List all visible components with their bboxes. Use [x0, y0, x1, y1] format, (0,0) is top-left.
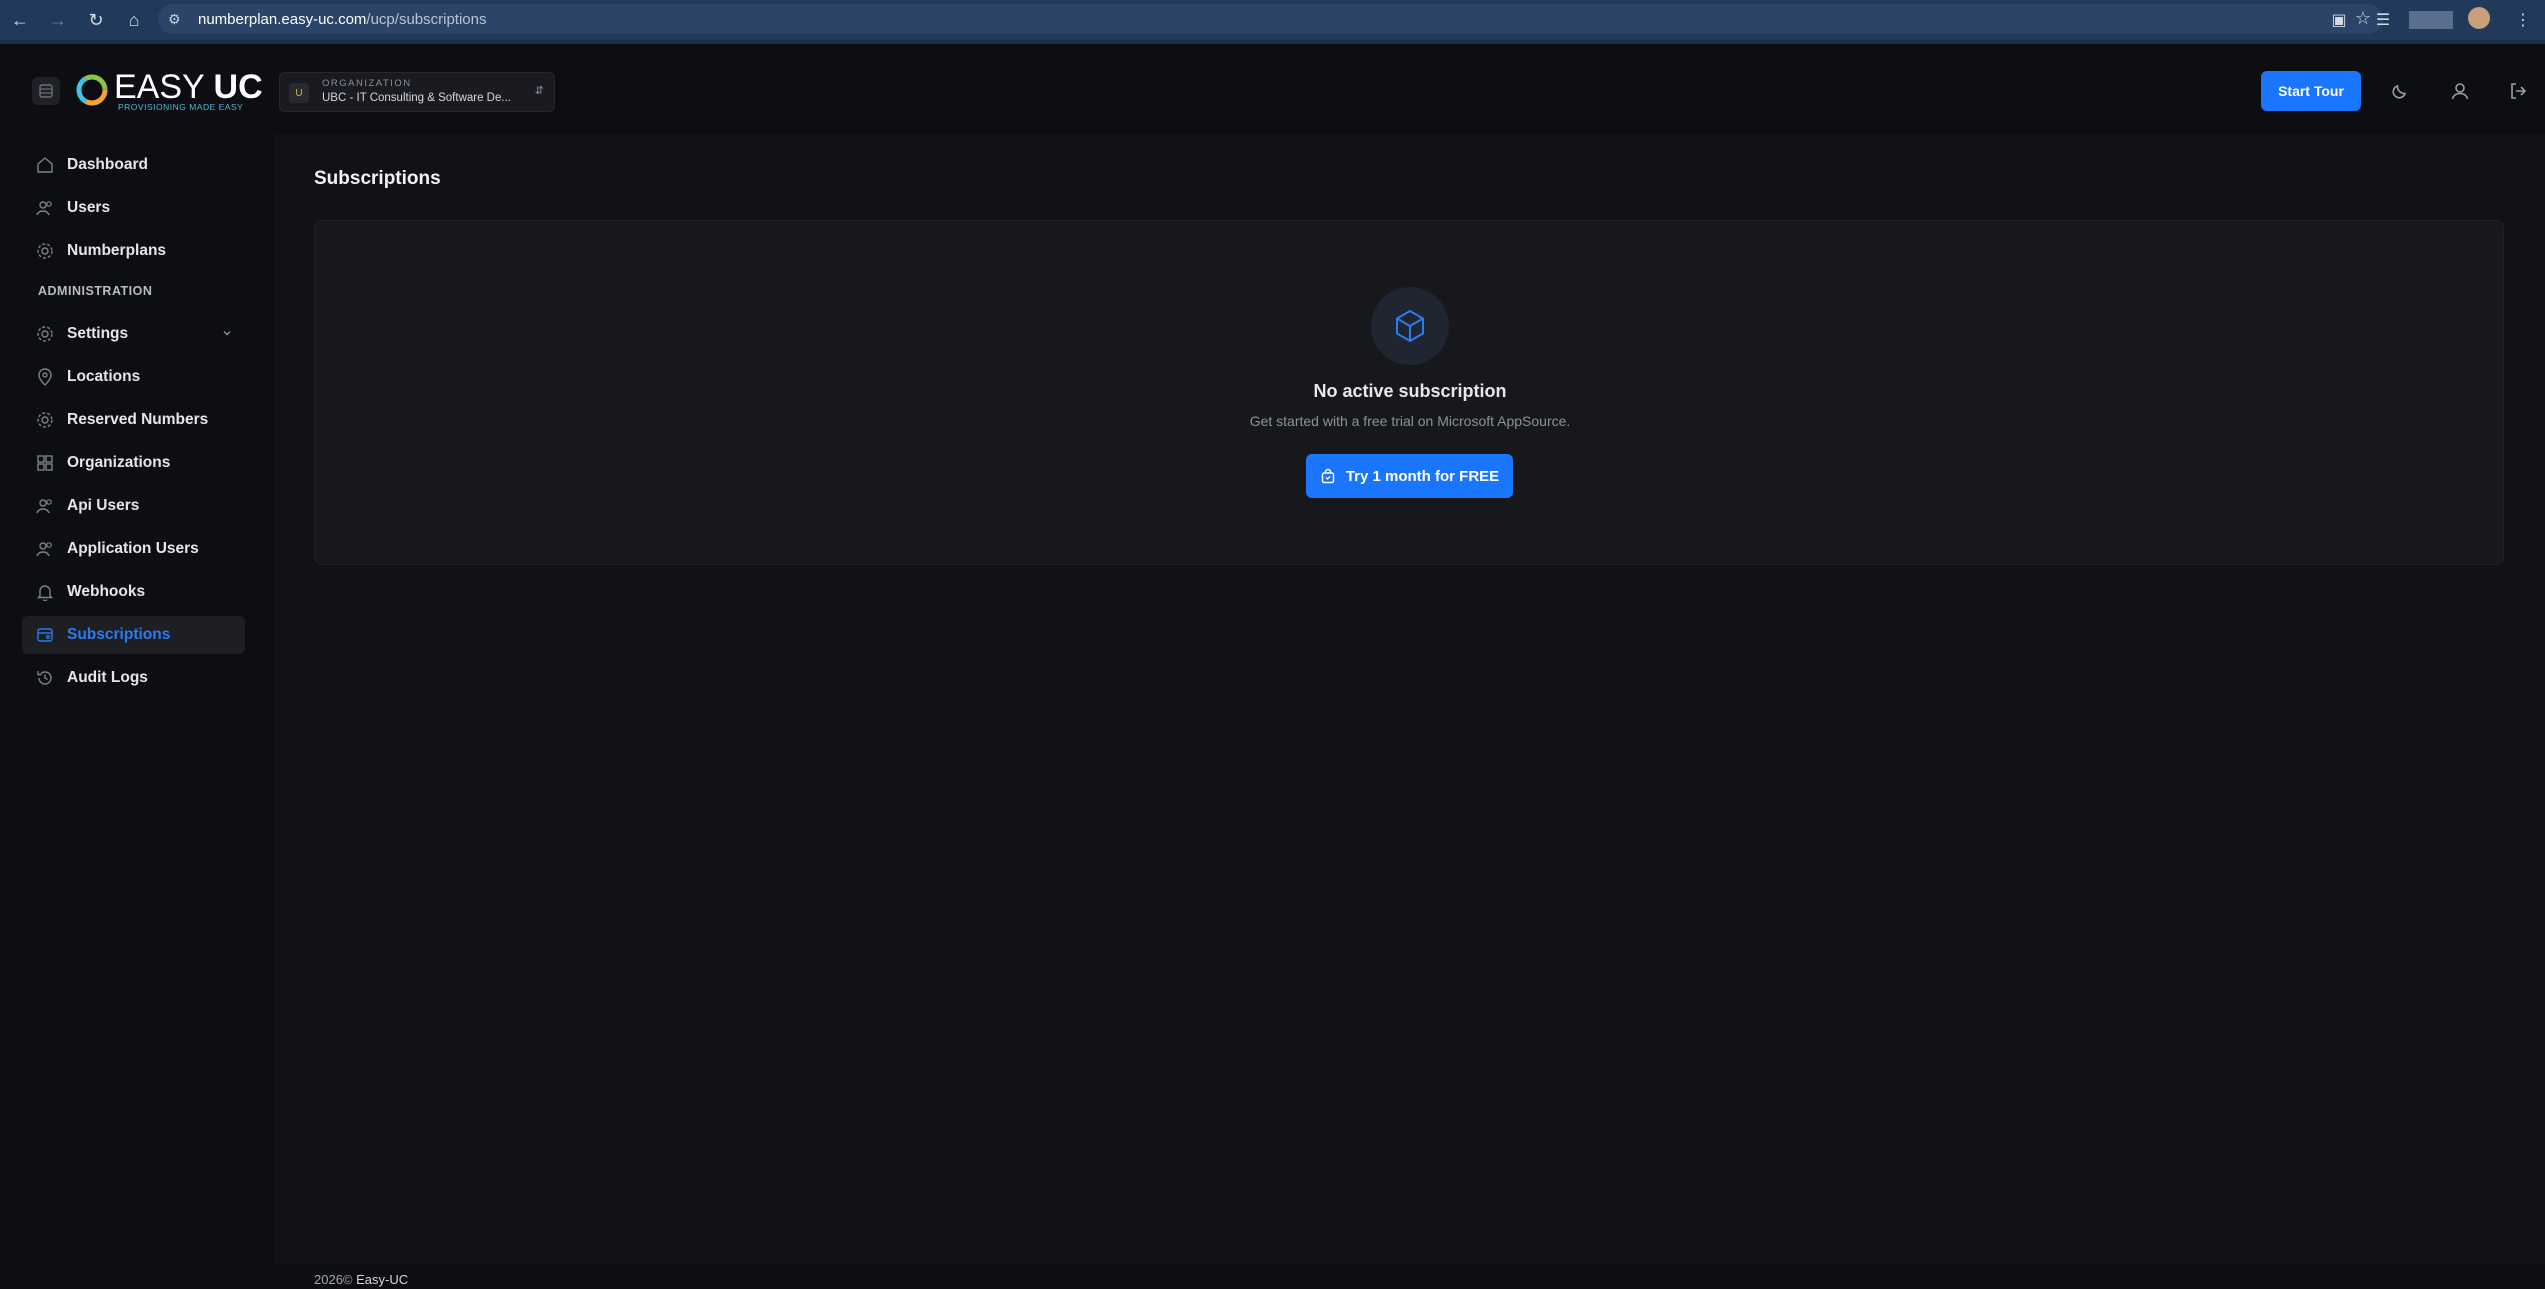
- bell-icon: [36, 585, 54, 601]
- chevron-updown-icon: ⇵: [534, 85, 544, 97]
- map-pin-icon: [38, 368, 52, 386]
- browser-menu-icon[interactable]: ⋮: [2501, 10, 2545, 30]
- sidebar-item-organizations[interactable]: Organizations: [22, 444, 245, 482]
- sidebar-item-api-users[interactable]: Api Users: [22, 487, 245, 525]
- sidebar-item-label: Locations: [67, 368, 141, 385]
- toolbar-separator: [2409, 11, 2453, 29]
- sidebar-item-label: Subscriptions: [67, 626, 171, 643]
- org-name: UBC - IT Consulting & Software De...: [322, 92, 511, 104]
- sidebar-item-label: Reserved Numbers: [67, 411, 209, 428]
- app-header: EASY UC PROVISIONING MADE EASY U ORGANIZ…: [0, 44, 2545, 134]
- empty-state-subtitle: Get started with a free trial on Microso…: [1249, 413, 1571, 429]
- subscription-empty-state-card: No active subscription Get started with …: [314, 220, 2504, 565]
- sidebar-item-settings[interactable]: Settings: [22, 315, 245, 353]
- empty-state-title: No active subscription: [1313, 381, 1507, 401]
- sidebar-item-audit-logs[interactable]: Audit Logs: [22, 659, 245, 697]
- sidebar-item-subscriptions[interactable]: Subscriptions: [22, 616, 245, 654]
- history-icon: [37, 671, 52, 685]
- url-path: /ucp/subscriptions: [366, 10, 487, 28]
- logout-icon: [2511, 83, 2527, 99]
- free-trial-button[interactable]: Try 1 month for FREE: [1306, 454, 1513, 498]
- browser-right-tools: ▣ ☰ ⋮: [2317, 0, 2545, 40]
- sidebar-item-locations[interactable]: Locations: [22, 358, 245, 396]
- user-profile-button[interactable]: [2446, 77, 2474, 105]
- browser-toolbar: ← → ↻ ⌂ ⚙ numberplan.easy-uc.com/ucp/sub…: [0, 0, 2545, 40]
- user-icon: [2451, 83, 2469, 100]
- sidebar-item-label: Organizations: [67, 454, 171, 471]
- sidebar-item-application-users[interactable]: Application Users: [22, 530, 245, 568]
- gear-icon: [37, 412, 53, 428]
- gear-icon: [37, 326, 53, 342]
- site-settings-icon[interactable]: ⚙: [168, 11, 190, 28]
- main-content: Subscriptions No active subscription Get…: [274, 134, 2545, 1265]
- sidebar-item-label: Audit Logs: [67, 669, 148, 686]
- organization-switcher[interactable]: U ORGANIZATION UBC - IT Consulting & Sof…: [279, 72, 555, 112]
- sidebar-item-label: Dashboard: [67, 156, 148, 173]
- footer-copyright: 2026© Easy-UC: [314, 1272, 409, 1287]
- users-icon: [36, 542, 52, 557]
- org-caption: ORGANIZATION: [322, 78, 412, 89]
- page-title: Subscriptions: [314, 168, 441, 189]
- address-bar[interactable]: ⚙ numberplan.easy-uc.com/ucp/subscriptio…: [158, 4, 2383, 34]
- sidebar-item-numberplans[interactable]: Numberplans: [22, 232, 245, 270]
- box-icon: [1396, 310, 1424, 342]
- forward-icon[interactable]: →: [40, 2, 76, 38]
- sidebar-item-label: Settings: [67, 325, 129, 342]
- logo-tagline: PROVISIONING MADE EASY: [118, 102, 244, 112]
- sidebar-item-users[interactable]: Users: [22, 189, 245, 227]
- logo-mark-icon: [76, 74, 108, 106]
- moon-icon: [2392, 84, 2407, 99]
- free-trial-button-label: Try 1 month for FREE: [1345, 467, 1500, 485]
- sidebar-item-label: Application Users: [67, 540, 199, 557]
- easy-uc-logo[interactable]: EASY UC PROVISIONING MADE EASY: [72, 68, 263, 114]
- footer-brand[interactable]: Easy-UC: [356, 1272, 408, 1287]
- reload-icon[interactable]: ↻: [78, 2, 114, 38]
- grid-icon: [37, 455, 53, 471]
- empty-state-icon-wrapper: [1371, 287, 1449, 365]
- profile-avatar[interactable]: [2457, 6, 2501, 34]
- footer: 2026© Easy-UC: [274, 1265, 2545, 1289]
- subscription-icon: [37, 628, 53, 642]
- sidebar-item-label: Webhooks: [67, 583, 146, 600]
- shopping-bag-icon: [1321, 468, 1335, 484]
- url-host: numberplan.easy-uc.com: [198, 10, 367, 28]
- home-browser-icon[interactable]: ⌂: [116, 2, 152, 38]
- gear-icon: [37, 243, 53, 259]
- sidebar-item-label: Numberplans: [67, 242, 167, 259]
- sidebar-section-administration: ADMINISTRATION: [38, 284, 153, 298]
- sidebar-item-reserved-numbers[interactable]: Reserved Numbers: [22, 401, 245, 439]
- dark-mode-toggle[interactable]: [2386, 77, 2414, 105]
- chevron-down-icon: [223, 331, 231, 336]
- org-badge: U: [289, 83, 309, 103]
- sidebar-item-dashboard[interactable]: Dashboard: [22, 146, 245, 184]
- sidebar-toggle-button[interactable]: [32, 77, 60, 105]
- sidebar: Dashboard Users Numberplans ADMINISTRATI…: [0, 134, 274, 1289]
- sidebar-item-label: Users: [67, 199, 111, 216]
- users-icon: [36, 201, 52, 216]
- extensions-icon[interactable]: ▣: [2317, 10, 2361, 30]
- menu-icon: [39, 84, 53, 98]
- media-icon[interactable]: ☰: [2361, 10, 2405, 30]
- start-tour-button[interactable]: Start Tour: [2261, 71, 2361, 111]
- home-icon: [37, 157, 53, 173]
- back-icon[interactable]: ←: [2, 2, 38, 38]
- users-icon: [36, 499, 52, 514]
- logout-button[interactable]: [2504, 77, 2532, 105]
- sidebar-item-label: Api Users: [67, 497, 140, 514]
- sidebar-item-webhooks[interactable]: Webhooks: [22, 573, 245, 611]
